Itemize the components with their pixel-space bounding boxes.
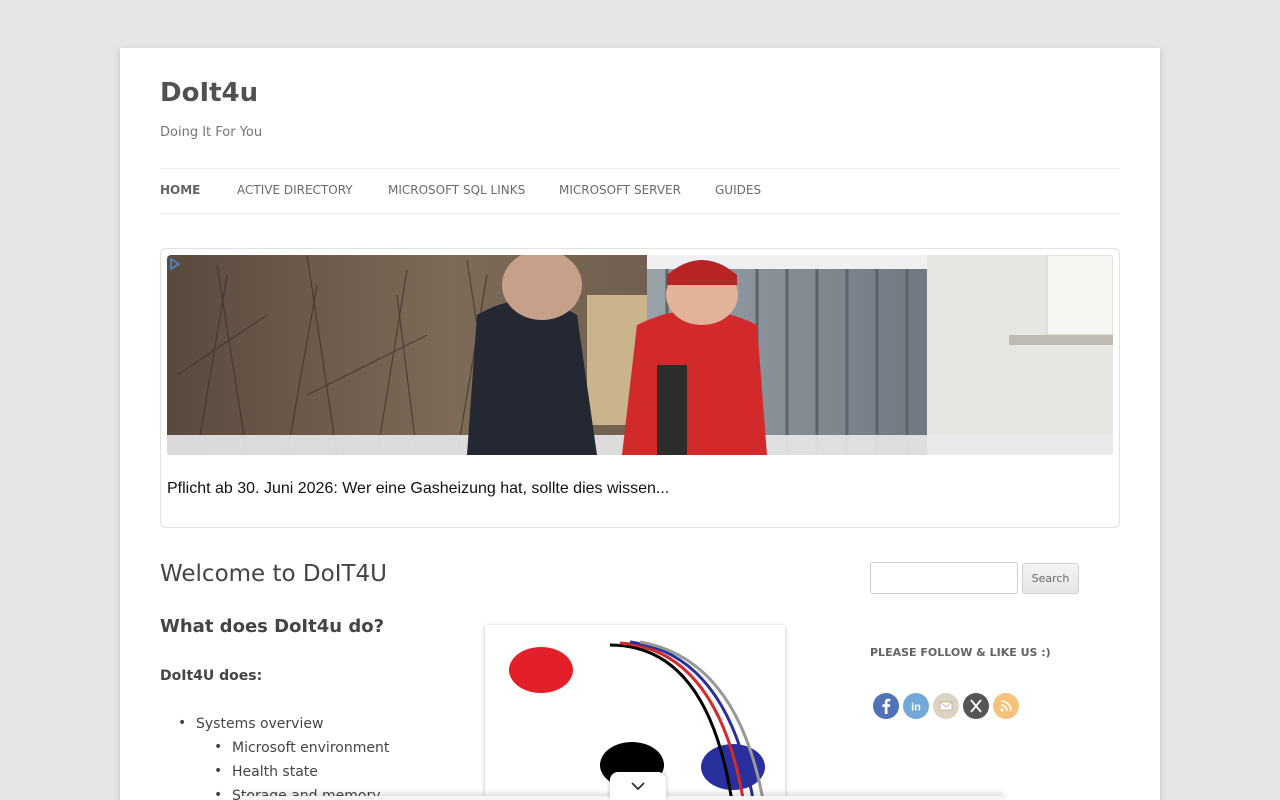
facebook-icon[interactable] [873, 693, 899, 719]
rss-icon[interactable] [993, 693, 1019, 719]
x-icon[interactable] [963, 693, 989, 719]
chevron-down-icon [631, 782, 645, 791]
section-heading: What does DoIt4u do? [160, 616, 385, 637]
list-item: Systems overview [178, 715, 323, 732]
expand-ad-button[interactable] [610, 772, 666, 800]
search-input[interactable] [870, 562, 1018, 594]
nav-item-guides[interactable]: GUIDES [715, 183, 761, 197]
search-button[interactable]: Search [1022, 563, 1079, 594]
ad-headline[interactable]: Pflicht ab 30. Juni 2026: Wer eine Gashe… [167, 480, 669, 498]
nav-item-active-directory[interactable]: ACTIVE DIRECTORY [237, 183, 353, 197]
main-navigation: HOME ACTIVE DIRECTORY MICROSOFT SQL LINK… [160, 168, 1120, 214]
ad-image[interactable] [167, 255, 1113, 455]
nav-item-microsoft-server[interactable]: MICROSOFT SERVER [559, 183, 681, 197]
follow-heading: PLEASE FOLLOW & LIKE US :) [870, 646, 1051, 659]
site-description: Doing It For You [160, 125, 263, 140]
page-container: DoIt4u Doing It For You HOME ACTIVE DIRE… [120, 48, 1160, 800]
nav-item-home[interactable]: HOME [160, 183, 200, 197]
svg-text:in: in [911, 702, 921, 714]
list-item: Microsoft environment [214, 739, 389, 756]
advertisement[interactable]: Pflicht ab 30. Juni 2026: Wer eine Gashe… [160, 248, 1120, 528]
list-item: Health state [214, 763, 318, 780]
linkedin-icon[interactable]: in [903, 693, 929, 719]
email-icon[interactable] [933, 693, 959, 719]
page-title: Welcome to DoIT4U [160, 561, 388, 587]
section-subheading: DoIt4U does: [160, 668, 263, 684]
adchoices-icon[interactable] [169, 257, 181, 271]
nav-item-microsoft-sql-links[interactable]: MICROSOFT SQL LINKS [388, 183, 525, 197]
site-title[interactable]: DoIt4u [160, 78, 258, 108]
